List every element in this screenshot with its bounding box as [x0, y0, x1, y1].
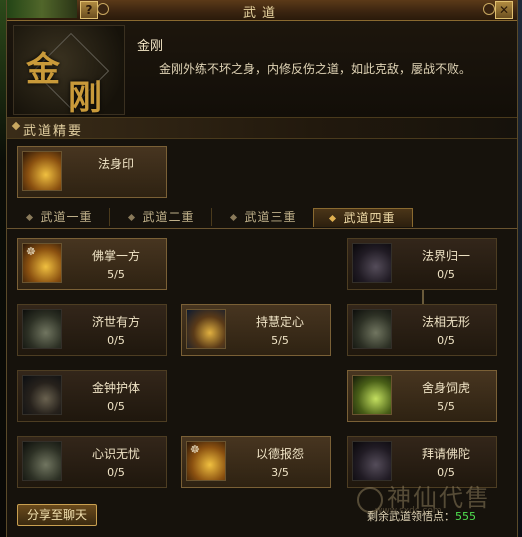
skill-slot-name: 舍身饲虎 — [421, 381, 470, 395]
emblem-glyph-1: 金 — [26, 50, 60, 90]
tab-tier-1[interactable]: 武道一重 — [11, 208, 110, 226]
swastika-icon[interactable] — [22, 309, 62, 349]
skill-slot-fozhang[interactable]: ☸ 佛掌一方 5/5 — [17, 238, 167, 290]
skill-slot-fajie[interactable]: 法界归一 0/5 — [347, 238, 497, 290]
tab-label: 武道四重 — [343, 211, 396, 225]
title-ornament-right — [483, 3, 495, 15]
essence-skill-slot[interactable]: 法身印 — [17, 146, 167, 198]
tab-label: 武道三重 — [244, 210, 297, 224]
skill-slot-faxiang[interactable]: 法相无形 0/5 — [347, 304, 497, 356]
tab-tier-4[interactable]: 武道四重 — [313, 208, 413, 227]
golden-figure-icon[interactable] — [352, 375, 392, 415]
section-title: 武道精要 — [23, 124, 84, 139]
tab-bullet-icon — [329, 214, 337, 223]
title-bar[interactable]: ? 武道 ✕ — [7, 0, 517, 21]
green-form-icon[interactable] — [352, 309, 392, 349]
skill-name: 金刚 — [137, 39, 164, 54]
skill-slot-name: 拜请佛陀 — [421, 447, 470, 461]
close-button[interactable]: ✕ — [495, 1, 513, 19]
purple-buddha-icon[interactable] — [352, 441, 392, 481]
section-header: 武道精要 — [7, 118, 517, 139]
window-title: 武道 — [242, 6, 281, 21]
tab-tier-3[interactable]: 武道三重 — [215, 208, 314, 226]
skill-slot-name: 金钟护体 — [91, 381, 140, 395]
skill-slot-name: 法相无形 — [421, 315, 470, 329]
remaining-points-label: 剩余武道领悟点： — [367, 510, 455, 523]
martial-dao-window: ? 武道 ✕ 金 刚 金刚 金刚外练不坏之身，内修反伤之道，如此克敌，屡战不败。… — [6, 0, 518, 537]
golden-slash-icon[interactable]: ☸ — [186, 441, 226, 481]
skill-slot-yide[interactable]: ☸ 以德报怨 3/5 — [181, 436, 331, 488]
skill-slot-name: 济世有方 — [91, 315, 140, 329]
skill-slot-level: 0/5 — [107, 466, 125, 479]
essence-skill-name: 法身印 — [97, 157, 134, 171]
jingang-emblem: 金 刚 — [13, 25, 125, 118]
close-icon[interactable]: ✕ — [499, 3, 509, 17]
skill-slot-level: 0/5 — [437, 268, 455, 281]
tab-tier-2[interactable]: 武道二重 — [113, 208, 212, 226]
skill-description: 金刚外练不坏之身，内修反伤之道，如此克敌，屡战不败。 — [159, 62, 472, 76]
tier-tabs: 武道一重 武道二重 武道三重 武道四重 — [7, 206, 517, 229]
tab-label: 武道二重 — [142, 210, 195, 224]
skill-connector — [422, 288, 424, 304]
tab-bullet-icon — [128, 213, 136, 222]
skill-slot-jishi[interactable]: 济世有方 0/5 — [17, 304, 167, 356]
skill-slot-name: 持慧定心 — [255, 315, 304, 329]
skill-slot-xinshi[interactable]: 心识无忧 0/5 — [17, 436, 167, 488]
skill-header: 金 刚 金刚 金刚外练不坏之身，内修反伤之道，如此克敌，屡战不败。 — [7, 21, 517, 118]
remaining-points: 剩余武道领悟点：555 — [367, 508, 476, 524]
dark-blade-icon[interactable] — [22, 441, 62, 481]
section-bullet-icon — [11, 121, 21, 131]
share-to-chat-button[interactable]: 分享至聊天 — [17, 504, 97, 526]
tab-bullet-icon — [26, 213, 34, 222]
skill-slot-chihui[interactable]: 持慧定心 5/5 — [181, 304, 331, 356]
skill-slot-name: 心识无忧 — [91, 447, 140, 461]
skill-slot-level: 0/5 — [107, 334, 125, 347]
skill-slot-name: 佛掌一方 — [91, 249, 140, 263]
skill-slot-level: 5/5 — [107, 268, 125, 281]
purple-wheel-icon[interactable] — [352, 243, 392, 283]
skill-slot-name: 法界归一 — [421, 249, 470, 263]
skill-slot-name: 以德报怨 — [255, 447, 304, 461]
skill-slot-level: 5/5 — [437, 400, 455, 413]
golden-bell-icon[interactable] — [22, 375, 62, 415]
skill-tree: ☸ 佛掌一方 5/5 法界归一 0/5 济世有方 0/5 持慧定心 5/5 法相… — [7, 228, 517, 498]
golden-seal-icon[interactable] — [22, 151, 62, 191]
skill-slot-level: 0/5 — [437, 334, 455, 347]
emblem-glyph-2: 刚 — [68, 78, 102, 118]
skill-slot-level: 5/5 — [271, 334, 289, 347]
golden-palm-icon[interactable]: ☸ — [22, 243, 62, 283]
skill-slot-level: 3/5 — [271, 466, 289, 479]
skill-slot-level: 0/5 — [107, 400, 125, 413]
remaining-points-value: 555 — [455, 510, 476, 523]
skill-slot-jinzhong[interactable]: 金钟护体 0/5 — [17, 370, 167, 422]
skill-slot-sheshen[interactable]: 舍身饲虎 5/5 — [347, 370, 497, 422]
tab-bullet-icon — [230, 213, 238, 222]
tab-label: 武道一重 — [40, 210, 93, 224]
golden-warrior-icon[interactable] — [186, 309, 226, 349]
